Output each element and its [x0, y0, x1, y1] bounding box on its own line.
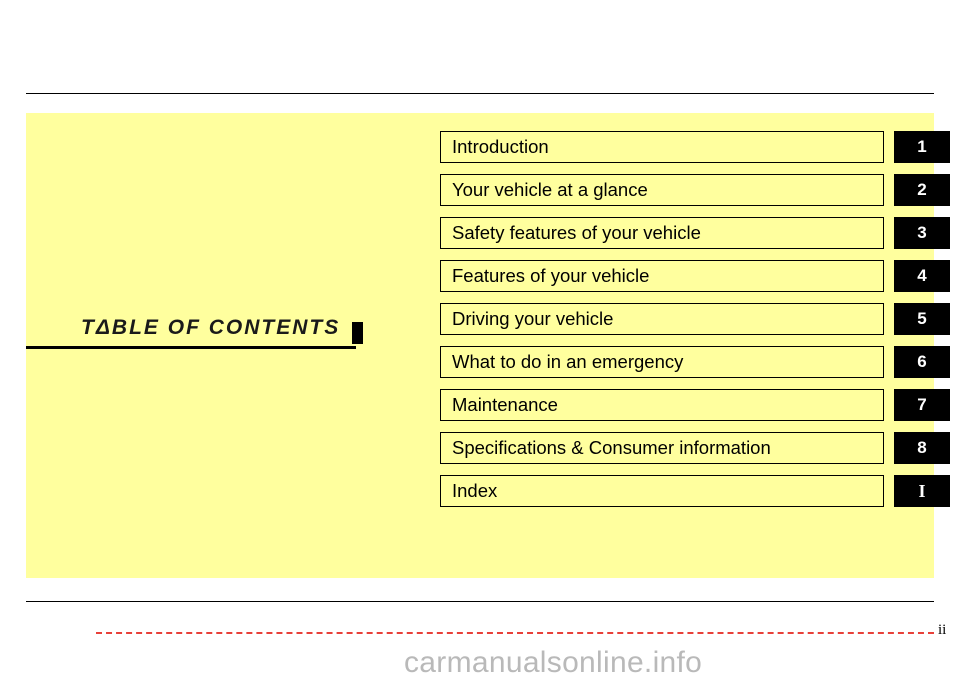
- toc-chapter-tab-8[interactable]: 8: [894, 432, 950, 464]
- toc-chapter-tab-2[interactable]: 2: [894, 174, 950, 206]
- toc-entry-label: Introduction: [452, 136, 549, 157]
- toc-entry-label: Index: [452, 480, 498, 501]
- toc-chapter-tab-4[interactable]: 4: [894, 260, 950, 292]
- bottom-divider-rule: [26, 601, 934, 602]
- toc-entry-maintenance[interactable]: Maintenance: [440, 389, 884, 421]
- footer-dashed-line: [96, 632, 934, 634]
- list-item[interactable]: Maintenance 7: [440, 389, 950, 421]
- heading-square-marker: [352, 322, 363, 344]
- toc-entry-driving-your-vehicle[interactable]: Driving your vehicle: [440, 303, 884, 335]
- toc-entry-specifications-consumer-information[interactable]: Specifications & Consumer information: [440, 432, 884, 464]
- toc-entry-features-of-your-vehicle[interactable]: Features of your vehicle: [440, 260, 884, 292]
- list-item[interactable]: Safety features of your vehicle 3: [440, 217, 950, 249]
- list-item[interactable]: Your vehicle at a glance 2: [440, 174, 950, 206]
- table-of-contents-list: Introduction 1 Your vehicle at a glance …: [440, 131, 950, 507]
- toc-entry-introduction[interactable]: Introduction: [440, 131, 884, 163]
- toc-entry-label: Specifications & Consumer information: [452, 437, 771, 458]
- table-of-contents-heading-group: TΔBLE OF CONTENTS: [26, 316, 371, 352]
- page-number: ii: [938, 622, 947, 638]
- toc-chapter-tab-5[interactable]: 5: [894, 303, 950, 335]
- list-item[interactable]: Features of your vehicle 4: [440, 260, 950, 292]
- watermark-text: carmanualsonline.info: [404, 646, 703, 679]
- top-divider-rule: [26, 93, 934, 94]
- toc-chapter-tab-6[interactable]: 6: [894, 346, 950, 378]
- toc-entry-label: Your vehicle at a glance: [452, 179, 648, 200]
- toc-chapter-tab-1[interactable]: 1: [894, 131, 950, 163]
- toc-entry-label: Features of your vehicle: [452, 265, 650, 286]
- toc-chapter-tab-7[interactable]: 7: [894, 389, 950, 421]
- page-title: TΔBLE OF CONTENTS: [81, 316, 341, 339]
- toc-entry-label: Maintenance: [452, 394, 558, 415]
- heading-underline: [26, 346, 356, 349]
- toc-chapter-tab-index[interactable]: I: [894, 475, 950, 507]
- list-item[interactable]: Introduction 1: [440, 131, 950, 163]
- toc-entry-your-vehicle-at-a-glance[interactable]: Your vehicle at a glance: [440, 174, 884, 206]
- toc-entry-safety-features[interactable]: Safety features of your vehicle: [440, 217, 884, 249]
- list-item[interactable]: Specifications & Consumer information 8: [440, 432, 950, 464]
- list-item[interactable]: Index I: [440, 475, 950, 507]
- toc-entry-label: Driving your vehicle: [452, 308, 614, 329]
- toc-entry-label: Safety features of your vehicle: [452, 222, 701, 243]
- toc-chapter-tab-3[interactable]: 3: [894, 217, 950, 249]
- toc-entry-index[interactable]: Index: [440, 475, 884, 507]
- list-item[interactable]: Driving your vehicle 5: [440, 303, 950, 335]
- manual-page: TΔBLE OF CONTENTS Introduction 1 Your ve…: [0, 0, 960, 689]
- toc-entry-label: What to do in an emergency: [452, 351, 684, 372]
- toc-entry-what-to-do-in-an-emergency[interactable]: What to do in an emergency: [440, 346, 884, 378]
- list-item[interactable]: What to do in an emergency 6: [440, 346, 950, 378]
